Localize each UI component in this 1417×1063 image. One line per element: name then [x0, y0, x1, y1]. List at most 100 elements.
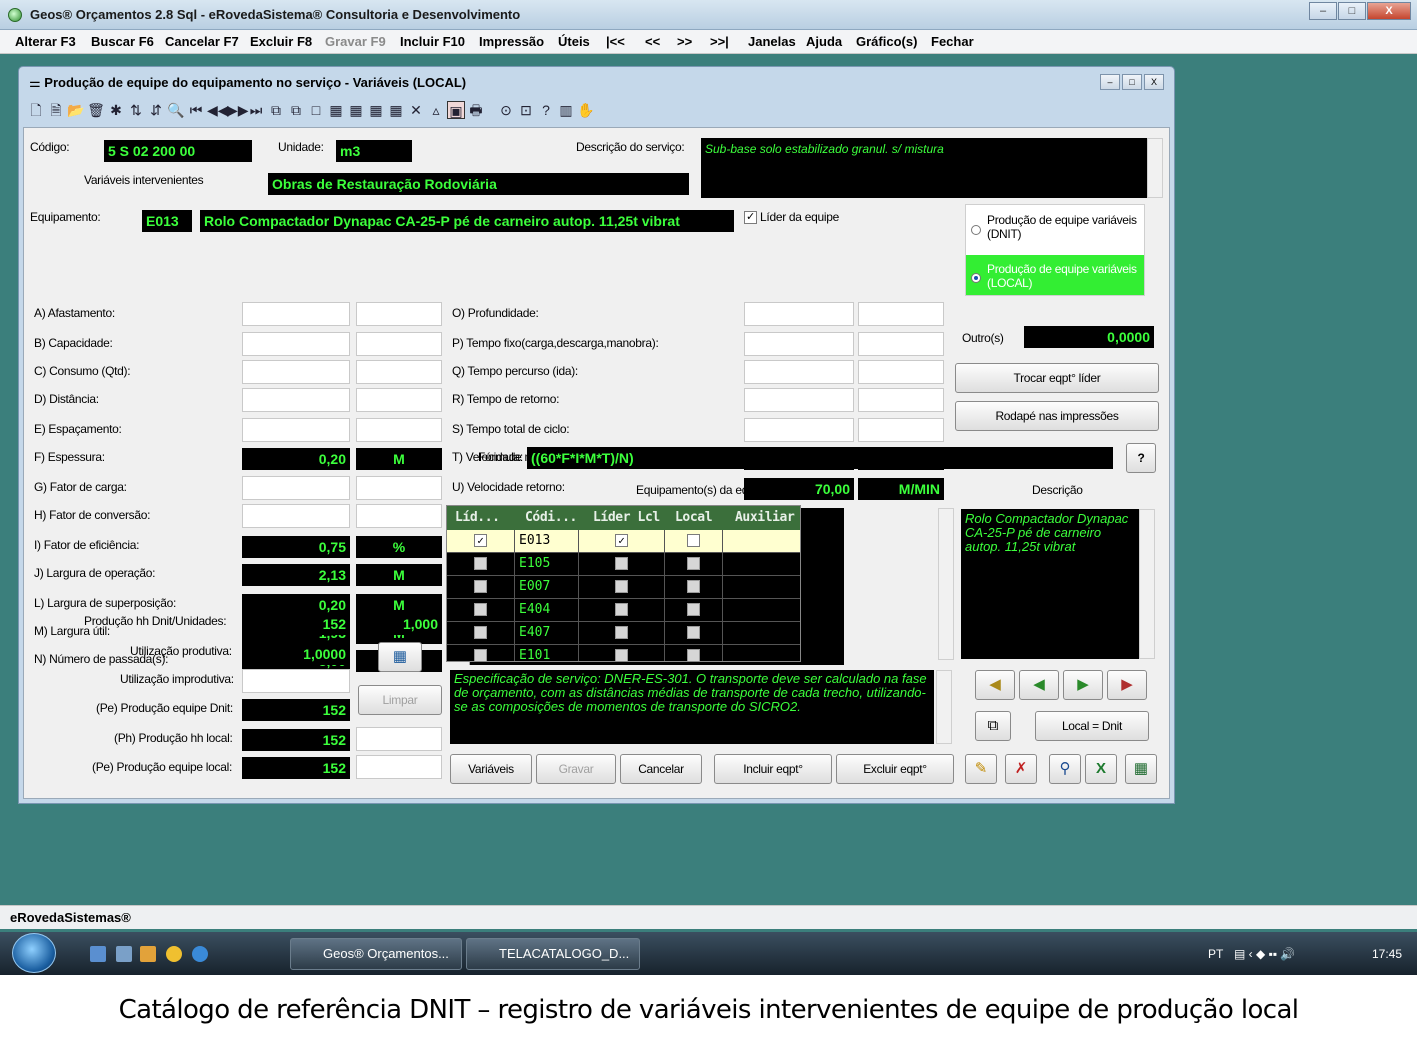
- left-field-unit[interactable]: [356, 476, 442, 500]
- codigo-cell[interactable]: E404: [515, 599, 579, 622]
- toolbar-button[interactable]: ▥: [557, 101, 575, 119]
- toolbar-button[interactable]: 🗋: [27, 101, 45, 119]
- lid-checkbox[interactable]: [447, 645, 515, 661]
- left-field-value[interactable]: [242, 476, 350, 500]
- checkbox-icon[interactable]: ✓: [474, 534, 487, 547]
- pe-local-aux-field[interactable]: [356, 755, 442, 779]
- checkbox-icon[interactable]: ✓: [615, 534, 628, 547]
- edit-button[interactable]: ✎: [965, 754, 997, 784]
- toolbar-button[interactable]: ▣: [447, 101, 465, 119]
- variaveis-field[interactable]: Obras de Restauração Rodoviária: [268, 173, 689, 195]
- toolbar-button[interactable]: ▦: [387, 101, 405, 119]
- local-checkbox[interactable]: [665, 553, 723, 576]
- first-record-button[interactable]: ◀: [975, 670, 1015, 700]
- minimize-button[interactable]: –: [1309, 2, 1337, 20]
- toolbar-button[interactable]: ✱: [107, 101, 125, 119]
- table-row[interactable]: E007: [447, 576, 800, 599]
- dnit-option-label[interactable]: Produção de equipe variáveis (DNIT): [987, 213, 1143, 241]
- checkbox-icon[interactable]: [687, 626, 700, 639]
- media-icon[interactable]: [140, 946, 156, 962]
- checkbox-icon[interactable]: [615, 603, 628, 616]
- toolbar-button[interactable]: ⊡: [517, 101, 535, 119]
- left-field-unit[interactable]: M: [356, 448, 442, 470]
- prev-record-button[interactable]: ◀: [1019, 670, 1059, 700]
- menu-item[interactable]: >>: [677, 34, 692, 49]
- pe-local-field[interactable]: 152: [242, 757, 350, 779]
- right-field-unit[interactable]: [858, 332, 944, 356]
- last-record-button[interactable]: ▶: [1107, 670, 1147, 700]
- left-field-value[interactable]: 0,20: [242, 448, 350, 470]
- equipamento-code-field[interactable]: E013: [142, 210, 192, 232]
- copy-button[interactable]: ⧉: [975, 711, 1011, 741]
- lider-lcl-checkbox[interactable]: [579, 599, 665, 622]
- checkbox-icon[interactable]: [474, 580, 487, 593]
- left-field-unit[interactable]: [356, 302, 442, 326]
- producao-hh-units-field[interactable]: 1,000: [356, 613, 442, 635]
- local-checkbox[interactable]: [665, 645, 723, 661]
- formula-field[interactable]: ((60*F*I*M*T)/N): [527, 447, 1113, 469]
- equipe-grid-scrollbar[interactable]: [938, 508, 954, 660]
- menu-item[interactable]: Úteis: [558, 34, 590, 49]
- lid-checkbox[interactable]: [447, 553, 515, 576]
- util-produtiva-field[interactable]: 1,0000: [242, 643, 350, 665]
- taskbar-geos[interactable]: Geos® Orçamentos...: [290, 938, 462, 970]
- auxiliar-cell[interactable]: [723, 622, 800, 645]
- menu-item[interactable]: >>|: [710, 34, 729, 49]
- right-field-unit[interactable]: M/MIN: [858, 478, 944, 500]
- lider-lcl-checkbox[interactable]: [579, 553, 665, 576]
- col-codigo[interactable]: Códi...: [525, 510, 577, 525]
- unidade-field[interactable]: m3: [336, 140, 412, 162]
- left-field-unit[interactable]: M: [356, 564, 442, 586]
- toolbar-button[interactable]: ⇅: [127, 101, 145, 119]
- col-local[interactable]: Local: [675, 510, 713, 525]
- checkbox-icon[interactable]: [687, 580, 700, 593]
- delete-button[interactable]: ✗: [1005, 754, 1037, 784]
- excel-button[interactable]: X: [1085, 754, 1117, 784]
- toolbar-button[interactable]: ▦: [347, 101, 365, 119]
- local-dnit-button[interactable]: Local = Dnit: [1035, 711, 1149, 741]
- menu-item[interactable]: Ajuda: [806, 34, 842, 49]
- variaveis-button[interactable]: Variáveis: [450, 754, 532, 784]
- checkbox-icon[interactable]: [474, 557, 487, 570]
- local-checkbox[interactable]: [665, 622, 723, 645]
- toolbar-button[interactable]: ◀◀: [207, 101, 229, 119]
- local-radio[interactable]: [971, 273, 981, 283]
- lider-lcl-checkbox[interactable]: [579, 645, 665, 661]
- dnit-radio[interactable]: [971, 225, 981, 235]
- codigo-cell[interactable]: E013: [515, 530, 579, 553]
- menu-item[interactable]: Impressão: [479, 34, 544, 49]
- child-maximize-button[interactable]: □: [1122, 74, 1142, 90]
- toolbar-button[interactable]: ⧉: [287, 101, 305, 119]
- title-bar[interactable]: Geos® Orçamentos 2.8 Sql - eRovedaSistem…: [0, 0, 1417, 30]
- left-field-value[interactable]: [242, 360, 350, 384]
- codigo-field[interactable]: 5 S 02 200 00: [104, 140, 252, 162]
- col-lider-lcl[interactable]: Líder Lcl: [593, 510, 660, 525]
- ph-local-aux-field[interactable]: [356, 727, 442, 751]
- right-field-unit[interactable]: [858, 360, 944, 384]
- checkbox-icon[interactable]: [687, 649, 700, 661]
- lider-lcl-checkbox[interactable]: ✓: [579, 530, 665, 553]
- codigo-cell[interactable]: E105: [515, 553, 579, 576]
- auxiliar-cell[interactable]: [723, 530, 800, 553]
- toolbar-button[interactable]: ▦: [367, 101, 385, 119]
- menu-item[interactable]: |<<: [606, 34, 625, 49]
- left-field-unit[interactable]: [356, 360, 442, 384]
- lid-checkbox[interactable]: ✓: [447, 530, 515, 553]
- codigo-cell[interactable]: E007: [515, 576, 579, 599]
- descricao-field[interactable]: Sub-base solo estabilizado granul. s/ mi…: [701, 138, 1147, 198]
- left-field-value[interactable]: [242, 332, 350, 356]
- maximize-button[interactable]: □: [1338, 2, 1366, 20]
- lid-checkbox[interactable]: [447, 599, 515, 622]
- toolbar-button[interactable]: 📂: [67, 101, 85, 119]
- right-field-unit[interactable]: [858, 388, 944, 412]
- equipe-grid[interactable]: Líd... Códi... Líder Lcl Local Auxiliar …: [446, 505, 801, 662]
- language-indicator[interactable]: PT: [1208, 947, 1223, 961]
- right-field-value[interactable]: [744, 388, 854, 412]
- local-checkbox[interactable]: [665, 576, 723, 599]
- equipamento-desc-field[interactable]: Rolo Compactador Dynapac CA-25-P pé de c…: [200, 210, 734, 232]
- calculator-button[interactable]: ▦: [378, 642, 422, 672]
- table-row[interactable]: E101: [447, 645, 800, 661]
- toolbar-button[interactable]: ▵: [427, 101, 445, 119]
- checkbox-icon[interactable]: [615, 626, 628, 639]
- codigo-cell[interactable]: E101: [515, 645, 579, 661]
